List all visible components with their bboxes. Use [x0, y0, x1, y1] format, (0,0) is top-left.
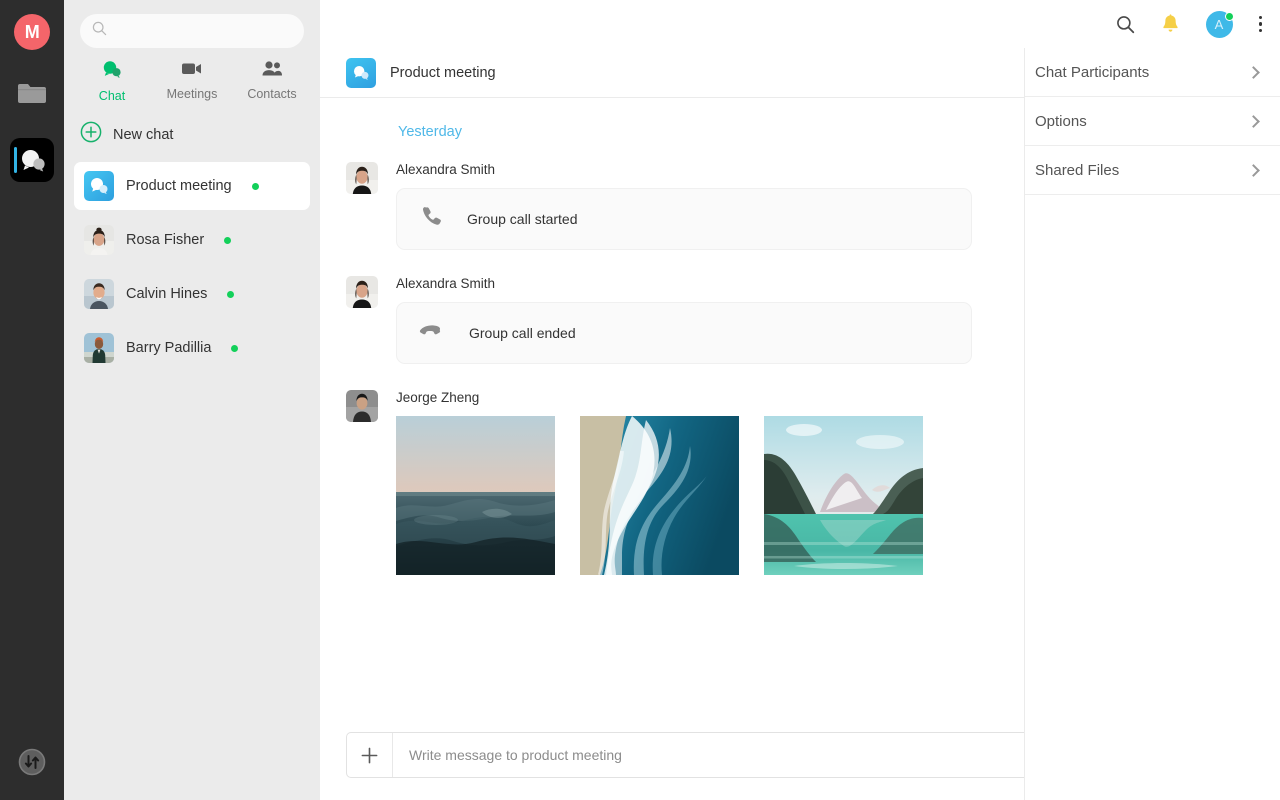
video-camera-icon: [181, 60, 203, 82]
panel-row-options[interactable]: Options: [1025, 97, 1280, 146]
call-event-text: Group call started: [467, 211, 578, 227]
online-status-dot: [224, 236, 232, 244]
call-event-text: Group call ended: [469, 325, 576, 341]
chat-row-label: Calvin Hines: [126, 286, 208, 302]
nav-tabs: Chat Meetings Contacts: [64, 48, 320, 113]
chevron-right-icon: [1247, 65, 1260, 79]
chat-row-label: Product meeting: [126, 178, 232, 194]
new-chat-button[interactable]: New chat: [64, 113, 320, 156]
sidebar: Chat Meetings Contacts New chat Product …: [64, 0, 320, 800]
chat-row-label: Barry Padillia: [126, 340, 212, 356]
search-icon: [92, 21, 107, 41]
online-status-dot: [231, 344, 239, 352]
tab-contacts[interactable]: Contacts: [237, 60, 307, 103]
image-thumbnail-ocean-at-dusk[interactable]: [396, 416, 555, 575]
tab-contacts-label: Contacts: [247, 87, 297, 101]
tab-chat[interactable]: Chat: [77, 60, 147, 103]
group-chat-avatar: [84, 171, 114, 201]
avatar: [84, 225, 114, 255]
tab-meetings[interactable]: Meetings: [157, 60, 227, 103]
panel-row-shared-files[interactable]: Shared Files: [1025, 146, 1280, 195]
chevron-right-icon: [1247, 114, 1260, 128]
phone-icon: [419, 205, 443, 234]
search-box[interactable]: [80, 14, 304, 48]
user-avatar[interactable]: A: [1205, 10, 1234, 38]
cloud-drive-icon[interactable]: [10, 72, 54, 116]
avatar: [84, 333, 114, 363]
transfers-icon[interactable]: [10, 740, 54, 784]
new-chat-label: New chat: [113, 126, 174, 143]
top-bar: A: [320, 0, 1280, 48]
plus-circle-icon: [80, 121, 102, 148]
online-status-dot: [1224, 11, 1234, 21]
body-area: Yesterday Alexandra Smith Group call sta…: [320, 48, 1280, 800]
info-panel: Chat Participants Options Shared Files: [1024, 48, 1280, 800]
chat-row-product-meeting[interactable]: Product meeting: [74, 162, 310, 210]
chat-row-rosa-fisher[interactable]: Rosa Fisher: [74, 216, 310, 264]
search-icon[interactable]: [1116, 15, 1135, 34]
online-status-dot: [227, 290, 235, 298]
chat-row-barry-padillia[interactable]: Barry Padillia: [74, 324, 310, 372]
kebab-menu-icon[interactable]: [1258, 15, 1262, 33]
call-event-bubble: Group call started: [396, 188, 972, 250]
chat-list: Product meeting Rosa Fisher Calvin Hines…: [64, 156, 320, 378]
chat-title: Product meeting: [390, 64, 496, 81]
chevron-right-icon: [1247, 163, 1260, 177]
chat-icon[interactable]: [10, 138, 54, 182]
avatar: [346, 276, 378, 308]
panel-row-chat-participants[interactable]: Chat Participants: [1025, 48, 1280, 97]
tab-chat-label: Chat: [98, 89, 126, 103]
panel-row-label: Options: [1035, 112, 1087, 130]
chat-row-calvin-hines[interactable]: Calvin Hines: [74, 270, 310, 318]
avatar: [84, 279, 114, 309]
tab-meetings-label: Meetings: [166, 87, 218, 101]
image-thumbnail-crashing-wave-on-sand[interactable]: [580, 416, 739, 575]
chat-row-label: Rosa Fisher: [126, 232, 205, 248]
image-thumbnail-mountain-lake[interactable]: [764, 416, 923, 575]
phone-hangup-icon: [419, 324, 445, 343]
avatar: [346, 390, 378, 422]
online-status-dot: [251, 182, 259, 190]
bell-icon[interactable]: [1161, 14, 1180, 34]
group-chat-icon: [346, 57, 376, 88]
chat-bubbles-icon: [101, 60, 123, 84]
mega-logo[interactable]: M: [14, 14, 50, 50]
main-area: A Product meeting Yesterday Alexandra Sm…: [320, 0, 1280, 800]
search-container: [64, 0, 320, 48]
people-icon: [261, 60, 283, 82]
plus-icon[interactable]: [347, 733, 393, 777]
call-event-bubble: Group call ended: [396, 302, 972, 364]
search-input[interactable]: [115, 23, 292, 39]
panel-row-label: Shared Files: [1035, 161, 1120, 179]
app-rail: M: [0, 0, 64, 800]
panel-row-label: Chat Participants: [1035, 63, 1150, 81]
avatar: [346, 162, 378, 194]
